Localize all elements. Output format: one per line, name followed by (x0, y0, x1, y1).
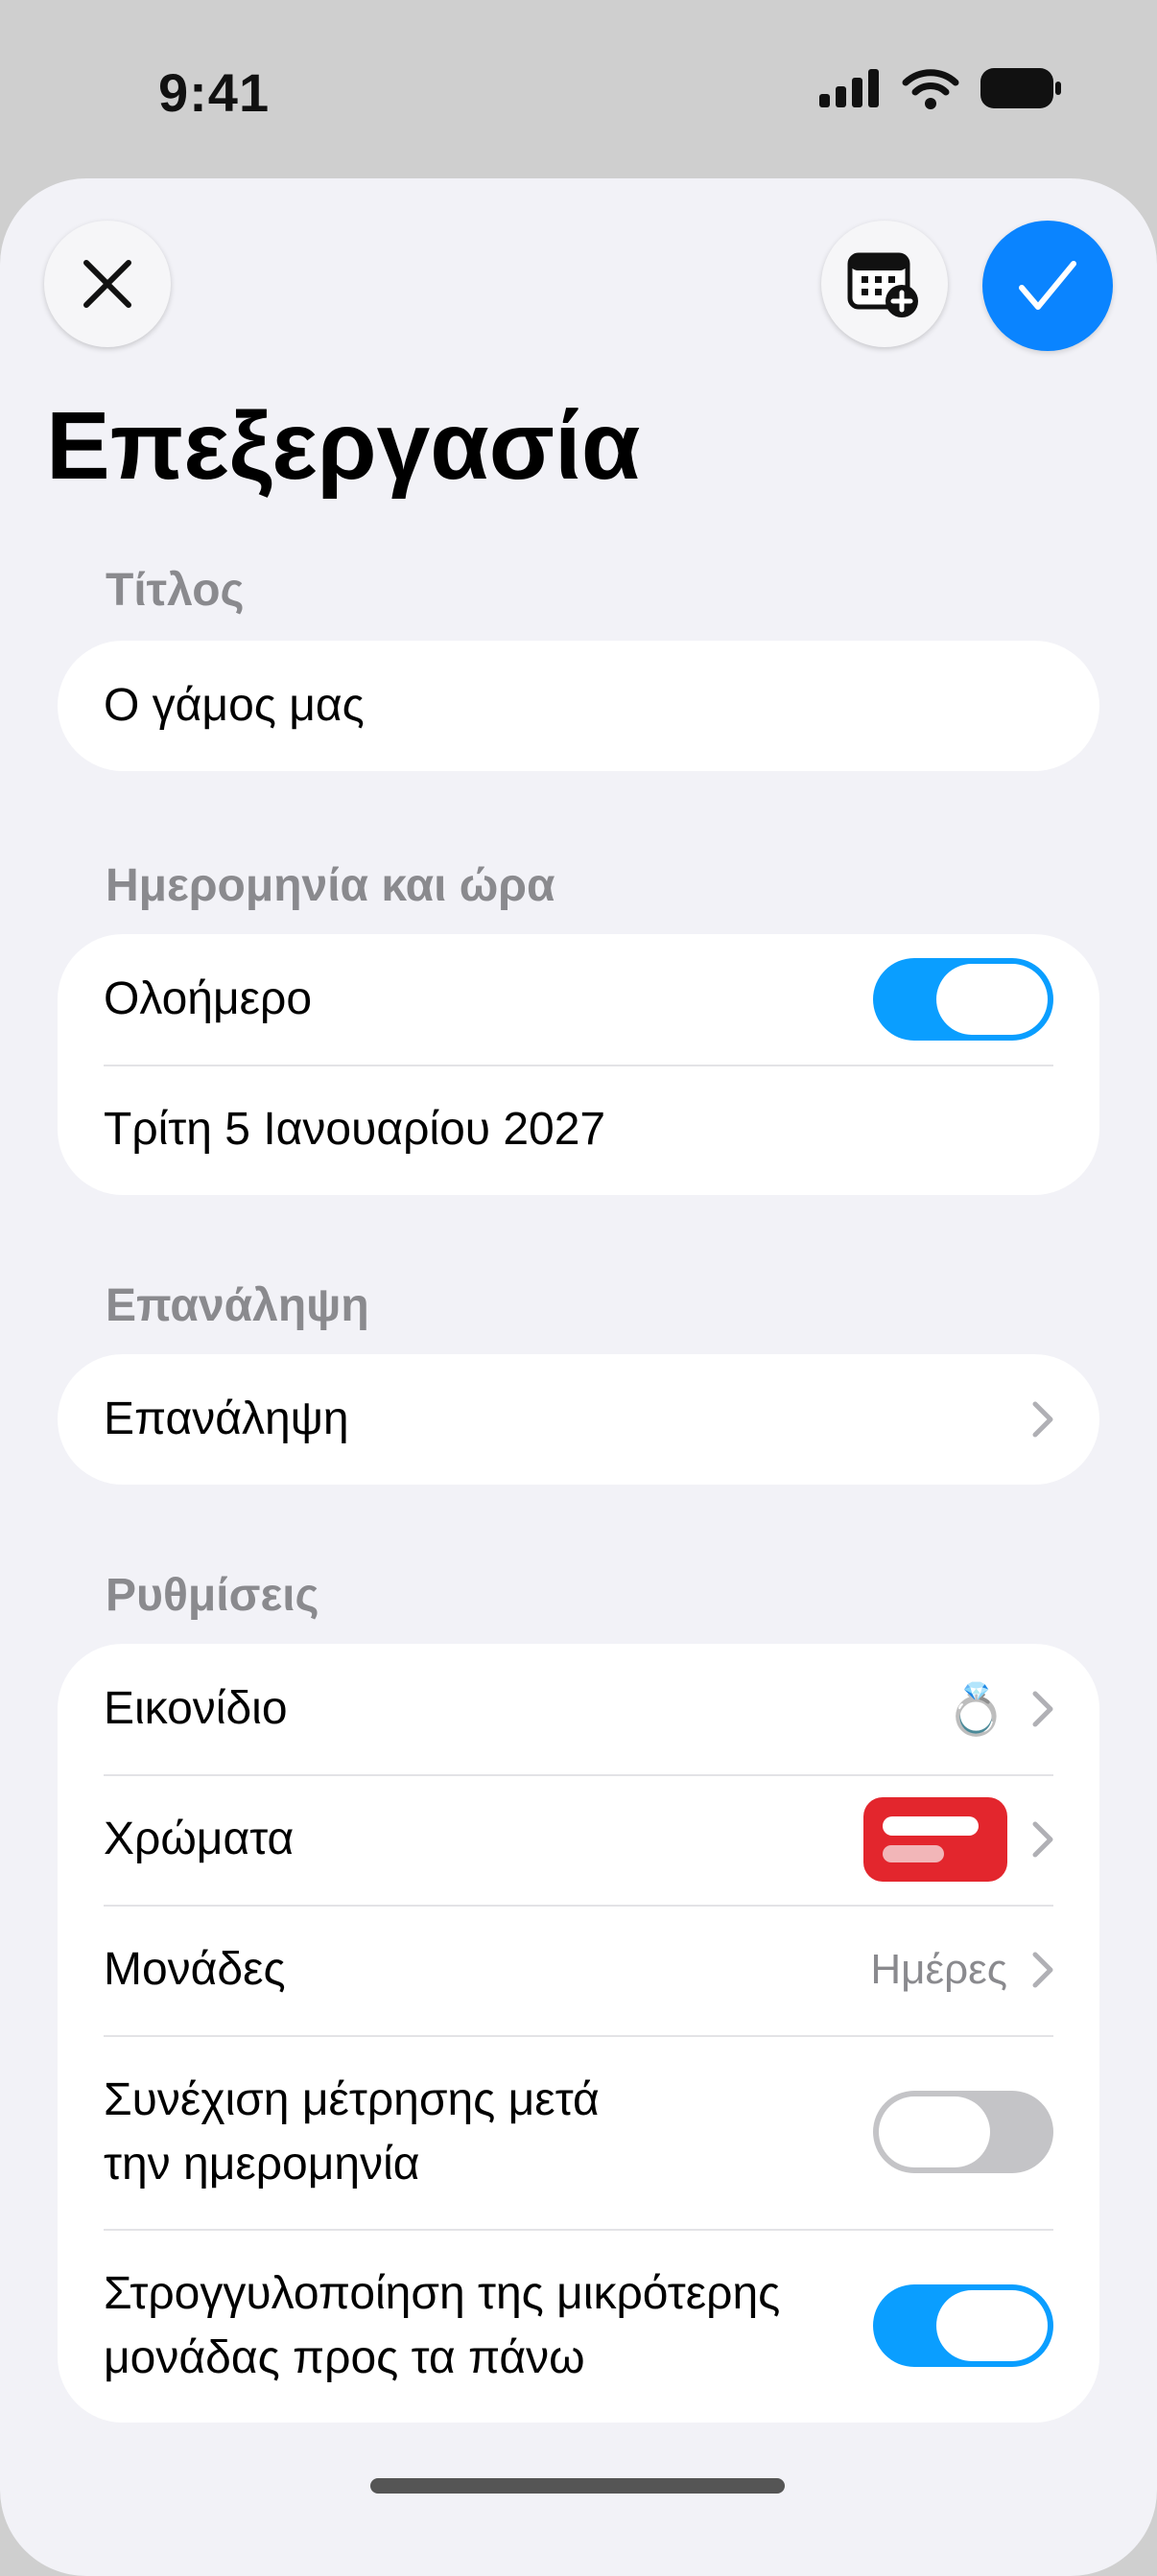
chevron-right-icon (1032, 1401, 1053, 1438)
section-header-title: Τίτλος (106, 565, 245, 616)
confirm-button[interactable] (982, 221, 1113, 351)
title-field[interactable]: Ο γάμος μας (58, 641, 1099, 771)
settings-card: Εικονίδιο 💍 Χρώματα Μονάδες Ημέρες Συνέχ… (58, 1644, 1099, 2423)
all-day-toggle[interactable] (873, 958, 1053, 1041)
icon-label: Εικονίδιο (104, 1683, 288, 1735)
round-up-label: Στρογγυλοποίηση της μικρότερης μονάδας π… (104, 2261, 873, 2390)
continue-counting-toggle[interactable] (873, 2091, 1053, 2173)
round-up-row: Στρογγυλοποίηση της μικρότερης μονάδας π… (58, 2229, 1099, 2423)
title-card: Ο γάμος μας (58, 641, 1099, 771)
title-field-value: Ο γάμος μας (104, 680, 365, 732)
section-header-datetime: Ημερομηνία και ώρα (106, 860, 555, 911)
colors-label: Χρώματα (104, 1814, 295, 1865)
checkmark-icon (1019, 261, 1076, 310)
repeat-label: Επανάληψη (104, 1393, 349, 1445)
page-title: Επεξεργασία (46, 392, 641, 500)
units-row[interactable]: Μονάδες Ημέρες (58, 1905, 1099, 2035)
ring-icon: 💍 (945, 1681, 1007, 1738)
close-button[interactable] (44, 221, 171, 347)
swatch-bar (883, 1816, 979, 1836)
continue-counting-row: Συνέχιση μέτρησης μετά την ημερομηνία (58, 2035, 1099, 2229)
toggle-knob (936, 2290, 1048, 2361)
colors-row[interactable]: Χρώματα (58, 1774, 1099, 1905)
repeat-row[interactable]: Επανάληψη (58, 1354, 1099, 1485)
icon-row[interactable]: Εικονίδιο 💍 (58, 1644, 1099, 1774)
all-day-label: Ολοήμερο (104, 973, 313, 1025)
toggle-knob (936, 964, 1048, 1035)
repeat-card: Επανάληψη (58, 1354, 1099, 1485)
status-icons (819, 67, 1061, 109)
status-bar: 9:41 (0, 0, 1157, 182)
continue-counting-label-line2: την ημερομηνία (104, 2139, 420, 2190)
add-to-calendar-button[interactable] (821, 221, 948, 347)
chevron-right-icon (1032, 1821, 1053, 1858)
chevron-right-icon (1032, 1691, 1053, 1727)
toggle-knob (879, 2096, 990, 2167)
color-swatch (863, 1797, 1007, 1882)
units-value: Ημέρες (870, 1946, 1007, 1993)
date-value: Τρίτη 5 Ιανουαρίου 2027 (104, 1104, 606, 1156)
round-up-label-line1: Στρογγυλοποίηση της μικρότερης (104, 2267, 781, 2319)
units-label: Μονάδες (104, 1944, 286, 1996)
continue-counting-label: Συνέχιση μέτρησης μετά την ημερομηνία (104, 2068, 873, 2196)
status-time: 9:41 (158, 62, 271, 123)
round-up-label-line2: μονάδας προς τα πάνω (104, 2332, 585, 2383)
section-header-settings: Ρυθμίσεις (106, 1570, 319, 1621)
home-indicator (370, 2478, 785, 2494)
date-row[interactable]: Τρίτη 5 Ιανουαρίου 2027 (58, 1065, 1099, 1195)
datetime-card: Ολοήμερο Τρίτη 5 Ιανουαρίου 2027 (58, 934, 1099, 1195)
cellular-signal-icon (819, 69, 879, 107)
wifi-icon (902, 69, 959, 109)
battery-icon (980, 68, 1061, 108)
close-icon (83, 260, 131, 308)
round-up-toggle[interactable] (873, 2284, 1053, 2367)
calendar-add-icon (847, 252, 918, 317)
section-header-repeat: Επανάληψη (106, 1280, 369, 1331)
swatch-bar (883, 1845, 944, 1862)
continue-counting-label-line1: Συνέχιση μέτρησης μετά (104, 2073, 600, 2125)
chevron-right-icon (1032, 1952, 1053, 1988)
all-day-row: Ολοήμερο (58, 934, 1099, 1065)
